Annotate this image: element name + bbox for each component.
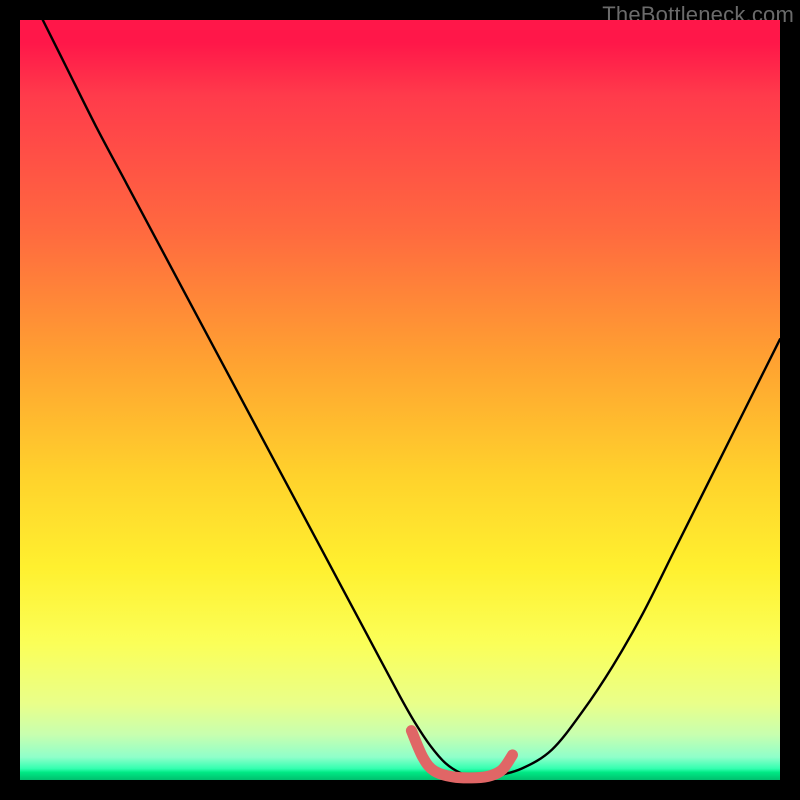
chart-frame: TheBottleneck.com [0,0,800,800]
highlight-segment [411,731,512,778]
plot-area [20,20,780,780]
bottleneck-curve [43,20,780,778]
curve-svg [20,20,780,780]
